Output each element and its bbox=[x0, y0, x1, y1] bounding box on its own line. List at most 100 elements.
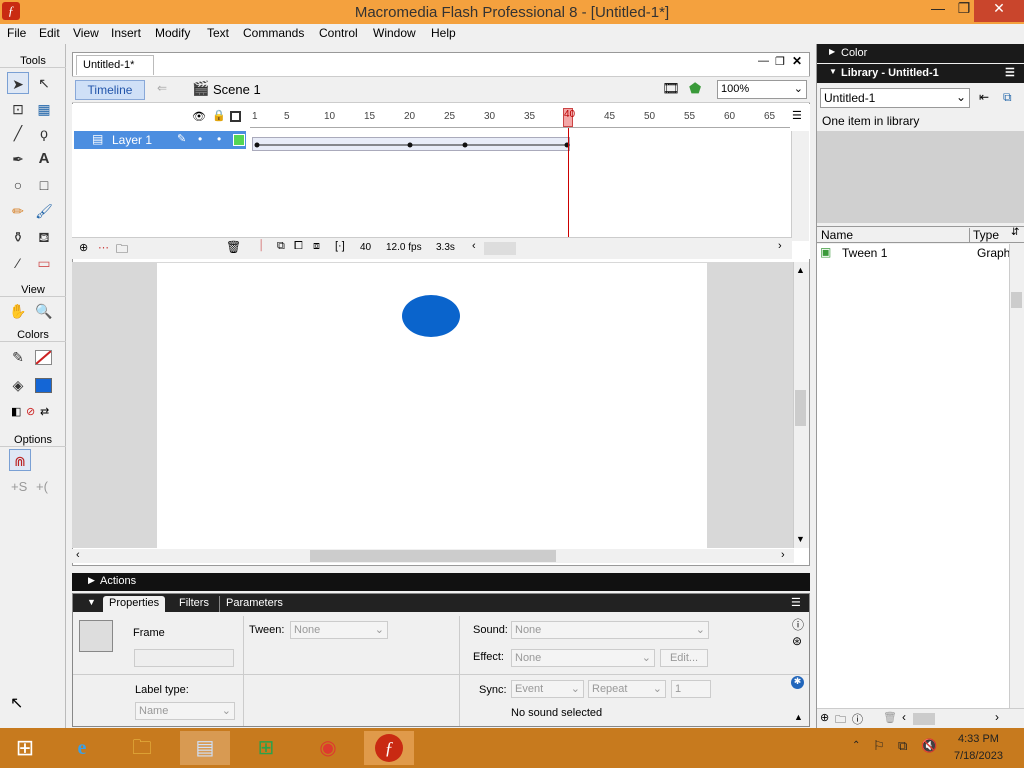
snap-magnet-icon[interactable]: ⋒ bbox=[9, 449, 31, 471]
frame-ruler[interactable]: 1 5 10 15 20 25 30 35 40 45 50 55 60 65 bbox=[250, 108, 790, 128]
tab-parameters[interactable]: Parameters bbox=[219, 596, 289, 612]
lock-icon[interactable]: 🔒 bbox=[212, 109, 226, 122]
scroll-left-icon[interactable]: ‹ bbox=[902, 710, 906, 724]
scroll-right-icon[interactable]: › bbox=[995, 710, 999, 724]
straighten-icon[interactable]: +( bbox=[36, 479, 48, 494]
hand-tool-icon[interactable]: ✋ bbox=[7, 300, 29, 322]
library-panel-header[interactable]: ▼ Library - Untitled-1 ☰ bbox=[817, 64, 1024, 83]
oval-tool-icon[interactable]: ○ bbox=[7, 174, 29, 196]
zoom-select[interactable]: 100% ⌄ bbox=[717, 80, 807, 99]
new-library-panel-icon[interactable]: ⧉ bbox=[1003, 90, 1012, 105]
lasso-tool-icon[interactable]: ϙ bbox=[33, 122, 55, 144]
menu-window[interactable]: Window bbox=[373, 26, 416, 40]
edit-symbols-icon[interactable]: ⬟ bbox=[689, 80, 701, 97]
menu-text[interactable]: Text bbox=[207, 26, 229, 40]
effect-select[interactable]: None ⌄ bbox=[511, 649, 655, 667]
pencil-tool-icon[interactable]: ✏ bbox=[7, 200, 29, 222]
sound-select[interactable]: None ⌄ bbox=[511, 621, 709, 639]
menu-edit[interactable]: Edit bbox=[39, 26, 60, 40]
tab-properties[interactable]: Properties bbox=[103, 596, 166, 612]
add-layer-icon[interactable]: ⊕ bbox=[79, 241, 88, 254]
close-window-button[interactable]: ✕ bbox=[974, 0, 1024, 22]
repeat-select[interactable]: Repeat ⌄ bbox=[588, 680, 666, 698]
vscroll-up-icon[interactable]: ▲ bbox=[796, 265, 805, 275]
new-symbol-icon[interactable]: ⊕ bbox=[820, 711, 829, 724]
file-explorer-icon[interactable]: 🗀 bbox=[117, 731, 167, 765]
stroke-color-icon[interactable]: ✎ bbox=[7, 346, 29, 368]
help-icon[interactable]: ⓘ bbox=[792, 616, 804, 633]
onion-skin-icon[interactable]: ⧉ bbox=[277, 240, 285, 253]
selection-tool-icon[interactable]: ➤ bbox=[7, 72, 29, 94]
tray-chevron-icon[interactable]: ⌃ bbox=[852, 740, 860, 751]
repeat-count-input[interactable]: 1 bbox=[671, 680, 711, 698]
timeline-hscroll-thumb[interactable] bbox=[484, 242, 516, 255]
panel-menu-icon[interactable]: ☰ bbox=[1005, 66, 1015, 79]
store-icon[interactable]: ⊞ bbox=[241, 731, 291, 765]
collapse-up-icon[interactable]: ▲ bbox=[794, 712, 803, 722]
subselection-tool-icon[interactable]: ↖ bbox=[33, 72, 55, 94]
col-name-header[interactable]: Name bbox=[821, 228, 853, 242]
panel-menu-icon[interactable]: ☰ bbox=[791, 596, 801, 609]
menu-control[interactable]: Control bbox=[319, 26, 358, 40]
actions-panel-header[interactable]: ▶ Actions bbox=[72, 573, 810, 591]
library-hscroll-thumb[interactable] bbox=[913, 713, 935, 725]
label-type-select[interactable]: Name ⌄ bbox=[135, 702, 235, 720]
sort-icon[interactable]: ⇵ bbox=[1011, 227, 1019, 238]
lock-dot[interactable]: • bbox=[217, 132, 221, 146]
fill-color-swatch[interactable] bbox=[35, 378, 52, 393]
clock-time[interactable]: 4:33 PM bbox=[958, 733, 999, 745]
playhead[interactable]: 40 bbox=[563, 108, 575, 127]
ink-bottle-icon[interactable]: ⚱ bbox=[7, 226, 29, 248]
delete-icon[interactable]: 🗑 bbox=[883, 711, 897, 724]
vscroll-thumb[interactable] bbox=[795, 390, 806, 426]
gradient-transform-icon[interactable]: ▦ bbox=[33, 98, 55, 120]
color-panel-header[interactable]: ▶ Color bbox=[817, 44, 1024, 63]
no-color-button-icon[interactable]: ⊘ bbox=[26, 405, 35, 418]
add-guide-icon[interactable]: ⋯ bbox=[98, 241, 109, 254]
scroll-right-icon[interactable]: › bbox=[778, 240, 782, 252]
timeline-toggle-button[interactable]: Timeline bbox=[75, 80, 145, 100]
edit-multiple-icon[interactable]: ⧈ bbox=[313, 240, 320, 253]
minimize-button[interactable]: — bbox=[926, 0, 950, 22]
timeline-options-icon[interactable]: ☰ bbox=[792, 109, 802, 122]
pin-library-icon[interactable]: ⇤ bbox=[979, 90, 989, 104]
outline-icon[interactable] bbox=[230, 111, 241, 122]
doc-minimize-icon[interactable]: — bbox=[758, 55, 769, 67]
menu-modify[interactable]: Modify bbox=[155, 26, 190, 40]
document-tab[interactable]: Untitled-1* bbox=[76, 55, 154, 75]
doc-close-icon[interactable]: ✕ bbox=[792, 54, 802, 68]
black-white-icon[interactable]: ◧ bbox=[11, 405, 21, 418]
swap-colors-icon[interactable]: ⇄ bbox=[40, 405, 49, 418]
reference-icon[interactable]: ⊛ bbox=[792, 634, 802, 648]
add-folder-icon[interactable]: 🗀 bbox=[116, 240, 128, 261]
accessibility-icon[interactable]: ✱ bbox=[791, 676, 804, 689]
trash-icon[interactable]: 🗑 bbox=[226, 240, 241, 254]
sync-select[interactable]: Event ⌄ bbox=[511, 680, 584, 698]
outline-swatch[interactable] bbox=[233, 134, 245, 146]
scroll-left-icon[interactable]: ‹ bbox=[472, 240, 476, 252]
chrome-icon[interactable]: ◉ bbox=[303, 731, 353, 765]
menu-insert[interactable]: Insert bbox=[111, 26, 141, 40]
menu-help[interactable]: Help bbox=[431, 26, 456, 40]
control-panel-icon[interactable]: ▤ bbox=[180, 731, 230, 765]
col-type-header[interactable]: Type bbox=[969, 228, 999, 242]
eye-icon[interactable]: 👁 bbox=[192, 110, 206, 123]
doc-restore-icon[interactable]: ❐ bbox=[775, 55, 785, 68]
menu-file[interactable]: File bbox=[7, 26, 26, 40]
center-frame-icon[interactable]: ⏐ bbox=[258, 240, 264, 253]
text-tool-icon[interactable]: A bbox=[33, 148, 55, 170]
properties-icon[interactable]: ⓘ bbox=[852, 711, 863, 727]
network-icon[interactable]: ⧉ bbox=[898, 738, 907, 754]
paint-bucket-icon[interactable]: ⛾ bbox=[33, 226, 55, 248]
pen-tool-icon[interactable]: ✒ bbox=[7, 148, 29, 170]
visible-dot[interactable]: • bbox=[198, 132, 202, 146]
tab-filters[interactable]: Filters bbox=[173, 596, 215, 612]
hscroll-thumb[interactable] bbox=[310, 550, 556, 562]
library-vscroll-thumb[interactable] bbox=[1011, 292, 1022, 308]
zoom-tool-icon[interactable]: 🔍 bbox=[33, 300, 55, 322]
edit-scene-icon[interactable]: 🎞 bbox=[662, 80, 680, 97]
eyedropper-icon[interactable]: ⁄ bbox=[7, 252, 29, 274]
library-vscroll[interactable] bbox=[1009, 244, 1024, 708]
line-tool-icon[interactable]: ╱ bbox=[7, 122, 29, 144]
action-center-flag-icon[interactable]: ⚐ bbox=[873, 738, 885, 754]
